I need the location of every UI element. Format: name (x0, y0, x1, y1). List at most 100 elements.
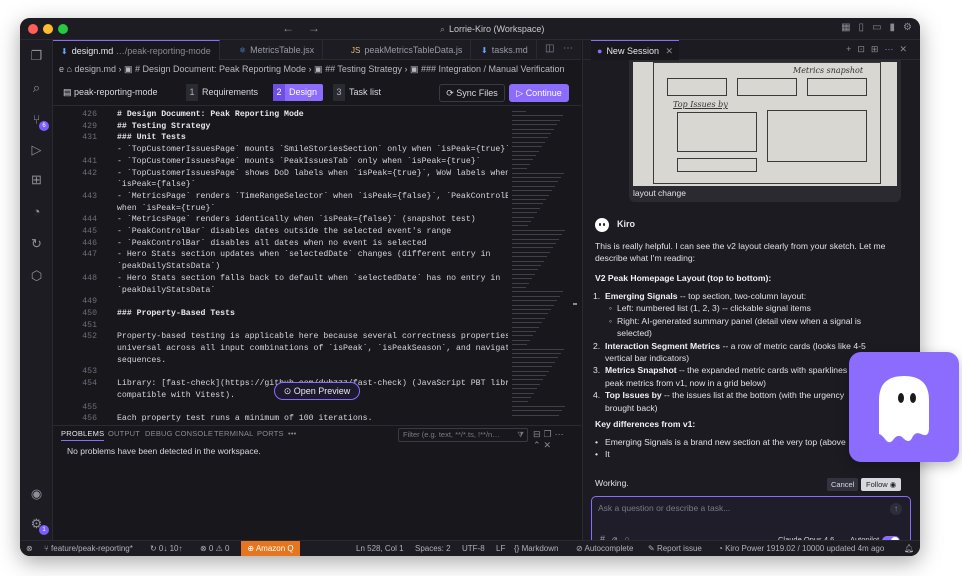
code-line[interactable]: 456 Each property test runs a minimum of … (53, 414, 508, 425)
extensions-icon[interactable]: ⊞ (29, 172, 44, 187)
sync-files-button[interactable]: ⟳ Sync Files (439, 84, 505, 102)
problems-filter-input[interactable]: Filter (e.g. text, **/*.ts, !**/n… ⧩ (398, 428, 528, 442)
attached-image-card[interactable]: Metrics snapshot Top Issues by layout ch… (629, 60, 901, 202)
language-mode[interactable]: {} Markdown (514, 544, 558, 553)
maximize-window-button[interactable] (58, 24, 68, 34)
tab-debug-console[interactable]: DEBUG CONSOLE (145, 429, 213, 438)
tab-ports[interactable]: PORTS (257, 429, 284, 438)
follow-button[interactable]: Follow ◉ (861, 478, 902, 491)
code-editor[interactable]: 426 # Design Document: Peak Reporting Mod… (53, 107, 508, 425)
filter-icon[interactable]: ⧩ (517, 429, 524, 441)
forward-arrow-icon[interactable]: → (308, 21, 320, 35)
manage-gear-icon[interactable]: ⚙ 1 (29, 516, 49, 535)
minimize-window-button[interactable] (43, 24, 53, 34)
tab-terminal[interactable]: TERMINAL (214, 429, 254, 438)
close-icon[interactable]: ✕ (665, 46, 673, 56)
tab-new-session[interactable]: ● New Session ✕ (591, 40, 680, 60)
problems-status[interactable]: ⊗ 0 ⚠ 0 (200, 544, 229, 553)
code-line[interactable]: 453 (53, 367, 508, 379)
line-endings[interactable]: LF (496, 544, 505, 553)
aws-icon[interactable]: ⬡ (29, 268, 44, 283)
split-editor-icon[interactable]: ◫ (545, 43, 554, 54)
collapse-all-icon[interactable]: ⊟ (533, 429, 544, 439)
send-arrow-icon[interactable]: ↑ (890, 503, 902, 515)
toggle-sidebar-icon[interactable]: ▯ (859, 22, 865, 33)
toggle-panel-icon[interactable]: ▭ (872, 22, 881, 33)
notifications-bell-icon[interactable]: 🔔︎ (904, 544, 914, 553)
source-control-icon[interactable]: ⑂ 6 (29, 112, 49, 131)
code-line[interactable]: `peakDailyStatsData` (53, 286, 508, 298)
autocomplete-status[interactable]: ⊘ Autocomplete (576, 544, 633, 553)
copy-icon[interactable]: ❐ (544, 429, 555, 439)
new-chat-icon[interactable]: + (846, 44, 857, 54)
layout-icon[interactable]: ▦ (841, 22, 850, 33)
account-icon[interactable]: ◉ (29, 486, 44, 501)
more-actions-icon[interactable]: ⋯ (563, 43, 573, 54)
code-line[interactable]: 455 (53, 403, 508, 415)
continue-button[interactable]: ▷ Continue (509, 84, 569, 102)
code-line[interactable]: sequences. (53, 356, 508, 368)
code-line[interactable]: 448 - Hero Stats section falls back to de… (53, 274, 508, 286)
sessions-icon[interactable]: ⊞ (871, 44, 885, 54)
open-preview-button[interactable]: ⊙ Open Preview (274, 382, 360, 400)
tab-design-md[interactable]: ⬇ design.md …/peak-reporting-mode (53, 40, 220, 60)
tab-metricstable-jsx[interactable]: ⚛ MetricsTable.jsx (231, 40, 324, 60)
encoding[interactable]: UTF-8 (462, 544, 485, 553)
editor-scrollbar[interactable] (572, 107, 578, 425)
remote-icon[interactable]: ⊗ (26, 544, 33, 553)
tab-output[interactable]: OUTPUT (108, 429, 140, 438)
cursor-position[interactable]: Ln 528, Col 1 (356, 544, 404, 553)
history-icon[interactable]: ⊡ (857, 44, 871, 54)
more-panels-icon[interactable]: ••• (288, 429, 296, 438)
code-line[interactable]: `peakDailyStatsData`) (53, 262, 508, 274)
sync-icon[interactable]: ↻ (29, 236, 44, 251)
back-arrow-icon[interactable]: ← (282, 21, 294, 35)
code-line[interactable]: 429 ## Testing Strategy (53, 122, 508, 134)
indentation[interactable]: Spaces: 2 (415, 544, 451, 553)
breadcrumb[interactable]: e ⌂ design.md › ▣ # Design Document: Pea… (53, 61, 581, 78)
code-line[interactable]: `isPeak={false}` (53, 180, 508, 192)
minimap[interactable] (508, 107, 568, 425)
code-line[interactable]: 431 ### Unit Tests (53, 133, 508, 145)
code-line[interactable]: universal across all input combinations … (53, 344, 508, 356)
command-center[interactable]: ⌕ Lorrie-Kiro (Workspace) (440, 22, 544, 36)
code-line[interactable]: 449 (53, 297, 508, 309)
settings-icon[interactable]: ⚙ (903, 22, 912, 33)
code-line[interactable]: 445 - `PeakControlBar` disables dates out… (53, 227, 508, 239)
close-icon[interactable]: ✕ (899, 44, 913, 54)
tab-peakmetrics-js[interactable]: JS peakMetricsTableData.js (343, 40, 472, 60)
code-line[interactable]: 444 - `MetricsPage` renders identically w… (53, 215, 508, 227)
report-issue[interactable]: ✎ Report issue (648, 544, 702, 553)
toggle-secondary-sidebar-icon[interactable]: ▮ (890, 22, 896, 33)
search-icon[interactable]: ⌕ (29, 80, 44, 95)
sync-status[interactable]: ↻ 0↓ 10↑ (150, 544, 183, 553)
code-line[interactable]: - `TopCustomerIssuesPage` mounts `SmileS… (53, 145, 508, 157)
cancel-button[interactable]: Cancel (827, 478, 859, 491)
kiro-power-status[interactable]: ◔ Kiro Power 1919.02 / 10000 updated 4m … (718, 544, 884, 553)
code-line[interactable]: 441 - `TopCustomerIssuesPage` mounts `Pea… (53, 157, 508, 169)
code-line[interactable]: 452 Property-based testing is applicable … (53, 332, 508, 344)
code-line[interactable]: 426 # Design Document: Peak Reporting Mod… (53, 110, 508, 122)
maximize-panel-icon[interactable]: ⌃ (533, 440, 544, 450)
explorer-icon[interactable]: ❐ (29, 48, 44, 63)
tab-problems[interactable]: PROBLEMS (61, 429, 105, 441)
kiro-ghost-icon[interactable]: ◔ (29, 204, 44, 219)
close-panel-icon[interactable]: ✕ (544, 440, 555, 450)
more-icon[interactable]: ⋯ (555, 429, 567, 439)
step-task-list[interactable]: 3 Task list (333, 84, 387, 101)
code-line[interactable]: 451 (53, 321, 508, 333)
code-line[interactable]: 450 ### Property-Based Tests (53, 309, 508, 321)
code-line[interactable]: 442 - `TopCustomerIssuesPage` shows DoD l… (53, 169, 508, 181)
step-design[interactable]: 2 Design (273, 84, 324, 101)
code-line[interactable]: when `isPeak={true}` (53, 204, 508, 216)
more-icon[interactable]: ⋯ (884, 44, 899, 54)
amazon-q-button[interactable]: ⊕ Amazon Q (241, 541, 300, 556)
code-line[interactable]: 447 - Hero Stats section updates when `se… (53, 250, 508, 262)
close-window-button[interactable] (28, 24, 38, 34)
branch-item[interactable]: ⑂ feature/peak-reporting* (44, 544, 133, 553)
code-line[interactable]: 446 - `PeakControlBar` disables all dates… (53, 239, 508, 251)
code-line[interactable]: 443 - `MetricsPage` renders `TimeRangeSel… (53, 192, 508, 204)
tab-tasks-md[interactable]: ⬇ tasks.md (473, 40, 537, 60)
step-requirements[interactable]: 1 Requirements (186, 84, 264, 101)
run-debug-icon[interactable]: ▷ (29, 142, 44, 157)
